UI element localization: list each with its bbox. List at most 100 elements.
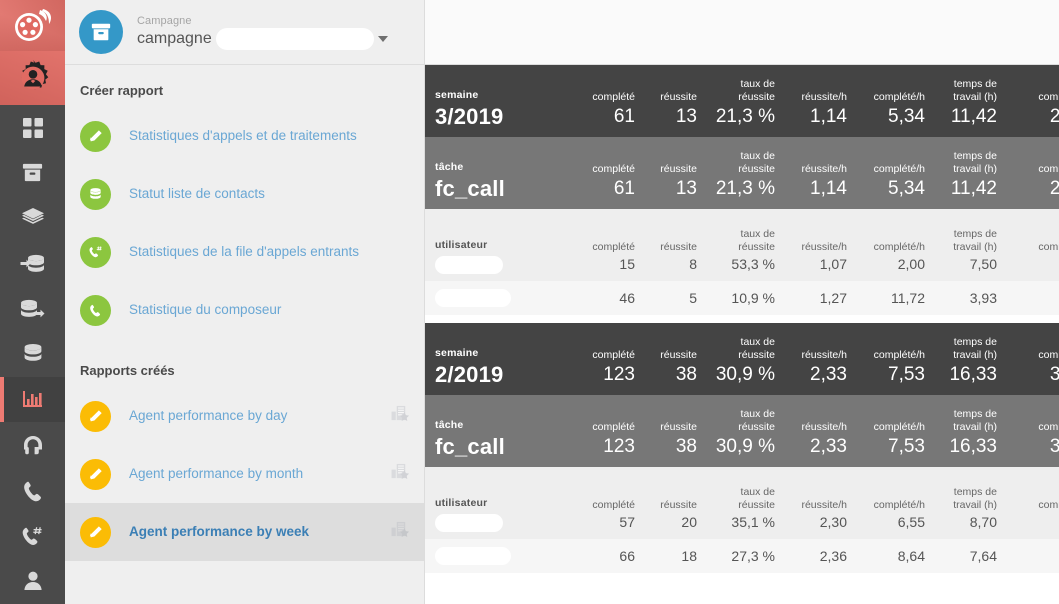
table-row[interactable]: tâche fc_call complété 61 réussite 13 taux de … [425, 137, 1059, 209]
metric-value: 5 [689, 290, 697, 306]
metric-value: 10,9 % [731, 290, 775, 306]
metric-cell: réussite 38 [635, 349, 697, 395]
metric-header: complété/h [873, 421, 925, 433]
metric-value: 8,64 [897, 548, 925, 564]
report-star-icon[interactable] [391, 521, 410, 543]
report-table: semaine 3/2019 complété 61 réussite 13 taux de… [425, 65, 1059, 573]
metric-header: réussite [660, 241, 697, 253]
create-report-item-dialer-stats[interactable]: Statistique du composeur [65, 281, 424, 339]
metric-value: 6,55 [897, 514, 925, 530]
report-star-icon[interactable] [391, 463, 410, 485]
table-row[interactable]: 66 18 27,3 % 2,36 8,64 7,6432,7 % [425, 539, 1059, 573]
metric-cell: 1,27 [775, 288, 847, 308]
table-row[interactable]: 46 5 10,9 % 1,27 11,72 3,9339,7 % [425, 281, 1059, 315]
grid-dashboard-icon [22, 117, 43, 138]
row-label-cell: tâche fc_call [435, 418, 563, 467]
created-report-label: Agent performance by week [129, 524, 310, 539]
pencil-icon [80, 120, 111, 152]
sidebar-item-calls[interactable] [0, 468, 65, 513]
metric-value: 27,3 % [731, 548, 775, 564]
sidebar-item-reports[interactable] [0, 377, 65, 423]
metric-cell: temps de travail (h) 16,33 [925, 408, 997, 467]
table-row[interactable]: semaine 3/2019 complété 61 réussite 13 taux de… [425, 65, 1059, 137]
app-logo[interactable] [0, 0, 65, 51]
row-label-cell: tâche fc_call [435, 160, 563, 209]
metric-header: complété [592, 241, 635, 253]
create-report-item-inbound-queue-stats[interactable]: Statistiques de la file d'appels entrant… [65, 223, 424, 281]
report-table-body: semaine 3/2019 complété 61 réussite 13 taux de… [425, 65, 1059, 573]
sidebar-item-user[interactable] [0, 559, 65, 604]
report-star-icon[interactable] [391, 405, 410, 427]
row-label-cell: utilisateur [435, 238, 563, 281]
sidebar-item-data-import[interactable] [0, 241, 65, 286]
metric-value: 38 [675, 364, 697, 385]
metric-value: 2,33 [810, 364, 847, 385]
metric-value: 3,93 [969, 290, 997, 306]
metric-cell: taux de réussite 30,9 % [697, 408, 775, 467]
metric-header: proportion durée de communication [1038, 499, 1059, 511]
metric-value: 11,72 [891, 290, 925, 306]
phone-keypad-icon [80, 236, 111, 268]
metric-cell: taux de réussite 21,3 % [697, 78, 775, 137]
metric-value: 1,14 [810, 178, 847, 199]
metric-value: 5,34 [888, 106, 925, 127]
created-report-label: Agent performance by month [129, 466, 304, 481]
metric-cell: réussite 8 [635, 241, 697, 281]
metric-value: 2,33 [810, 436, 847, 457]
table-row[interactable]: utilisateur complété 15 réussite 8 taux de ré… [425, 209, 1059, 281]
create-report-item-contact-list-status[interactable]: Statut liste de contacts [65, 165, 424, 223]
metric-value: 7,53 [888, 364, 925, 385]
archive-box-icon [91, 23, 111, 41]
metric-value: 123 [603, 364, 635, 385]
metric-header: réussite [660, 499, 697, 511]
metric-cell: complété/h 7,53 [847, 349, 925, 395]
table-row[interactable]: semaine 2/2019 complété 123 réussite 38 taux d… [425, 323, 1059, 395]
admin-settings-button[interactable] [0, 50, 65, 105]
metric-cell: réussite 13 [635, 163, 697, 209]
created-report-item-by-day[interactable]: Agent performance by day [65, 387, 424, 445]
metric-header: temps de travail (h) [953, 486, 997, 511]
row-value-label: 3/2019 [435, 104, 504, 129]
metric-header: réussite [660, 91, 697, 103]
create-report-item-call-stats[interactable]: Statistiques d'appels et de traitements [65, 107, 424, 165]
sidebar-item-data-export[interactable] [0, 286, 65, 331]
user-gear-icon [21, 59, 48, 90]
metric-cell: 3,93 [925, 288, 997, 308]
metric-cell: complété 57 [563, 499, 635, 539]
metric-value: 29,8 % [1049, 178, 1059, 199]
metric-header: complété [592, 499, 635, 511]
row-kind-label: semaine [435, 347, 479, 359]
sidebar-item-campaigns[interactable] [0, 150, 65, 195]
table-row[interactable]: utilisateur complété 57 réussite 20 taux de r… [425, 467, 1059, 539]
sidebar-item-dashboard[interactable] [0, 105, 65, 150]
sidebar-item-layers[interactable] [0, 196, 65, 241]
metric-value: 8,70 [969, 514, 997, 530]
sidebar-item-dialer[interactable] [0, 513, 65, 558]
metric-value: 61 [613, 106, 635, 127]
metric-cell: 11,72 [847, 288, 925, 308]
sidebar-item-database[interactable] [0, 332, 65, 377]
chevron-down-icon[interactable] [378, 36, 388, 42]
metric-cell: taux de réussite 35,1 % [697, 486, 775, 539]
metric-cell: réussite 13 [635, 91, 697, 137]
created-report-item-by-week[interactable]: Agent performance by week [65, 503, 424, 561]
metric-value: 30,9 % [715, 364, 775, 385]
metric-cell: complété 123 [563, 349, 635, 395]
table-row[interactable]: tâche fc_call complété 123 réussite 38 taux de… [425, 395, 1059, 467]
metric-header: complété/h [873, 91, 925, 103]
app-root: Campagne campagne Créer rapport Statisti… [0, 0, 1059, 604]
metric-value: 8 [689, 256, 697, 272]
metric-cell: proportion durée de communication24,6 % [997, 215, 1059, 281]
campaign-selector[interactable]: Campagne campagne [65, 0, 424, 65]
archive-box-icon [22, 164, 43, 182]
row-kind-label: tâche [435, 161, 464, 173]
metric-value: 2,00 [897, 256, 925, 272]
sidebar-item-agents[interactable] [0, 422, 65, 467]
metric-cell: proportion durée de communication 37,8 % [997, 395, 1059, 467]
metric-header: taux de réussite [738, 486, 775, 511]
campaign-value: campagne [137, 30, 212, 47]
metric-value: 7,50 [969, 256, 997, 272]
phone-icon [24, 481, 41, 501]
metric-cell: 8,64 [847, 546, 925, 566]
created-report-item-by-month[interactable]: Agent performance by month [65, 445, 424, 503]
